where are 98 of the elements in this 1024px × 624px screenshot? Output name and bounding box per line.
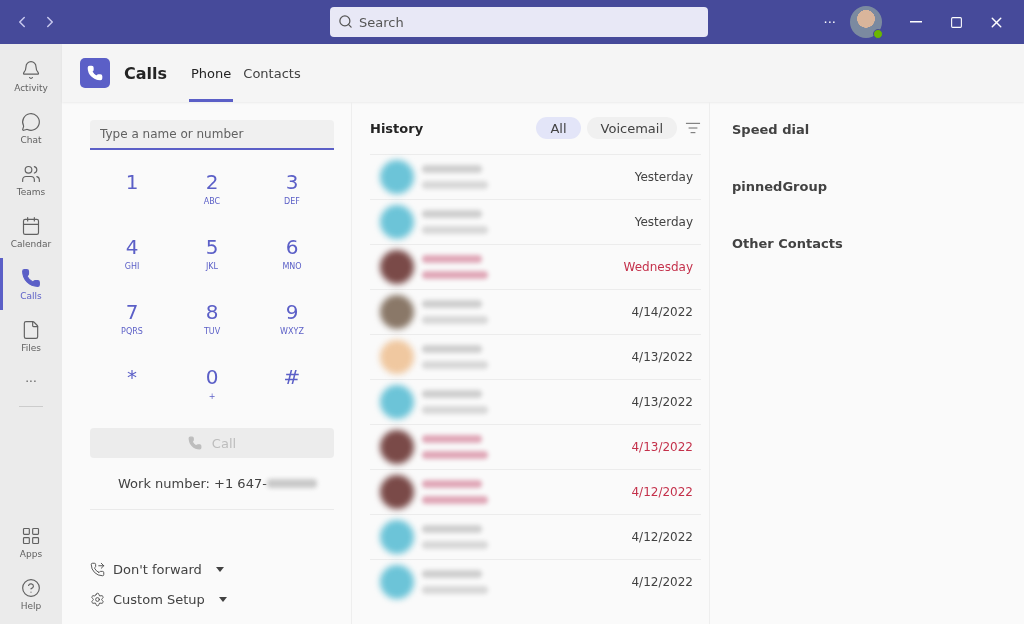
blurred-detail	[422, 361, 488, 369]
minimize-icon	[910, 21, 922, 23]
sidebar-item[interactable]: Activity	[0, 50, 62, 102]
call-history-row[interactable]: 4/12/2022	[370, 559, 701, 604]
contact-group-heading: Other Contacts	[732, 236, 844, 251]
call-time: 4/13/2022	[631, 350, 693, 364]
sidebar-item[interactable]: Teams	[0, 154, 62, 206]
call-history-row[interactable]: 4/12/2022	[370, 469, 701, 514]
blurred-name	[422, 390, 482, 398]
sidebar-item[interactable]: Calendar	[0, 206, 62, 258]
call-time: Yesterday	[634, 215, 693, 229]
blurred-name	[422, 525, 482, 533]
blurred-name	[422, 210, 482, 218]
call-history-row[interactable]: 4/14/2022	[370, 289, 701, 334]
blurred-detail	[422, 586, 488, 594]
call-option-dropdown[interactable]: Custom Setup	[90, 588, 333, 610]
blurred-name	[422, 570, 482, 578]
tab[interactable]: Contacts	[241, 44, 303, 102]
sidebar-item-icon	[21, 525, 41, 546]
dial-key[interactable]: 7 PQRS	[92, 296, 172, 361]
call-history-row[interactable]: 4/13/2022	[370, 424, 701, 469]
call-history-row[interactable]: 4/13/2022	[370, 334, 701, 379]
blurred-number	[266, 479, 317, 488]
sidebar-item-icon	[21, 267, 41, 288]
call-time: 4/13/2022	[631, 395, 693, 409]
blurred-name	[422, 345, 482, 353]
tab[interactable]: Phone	[189, 44, 234, 102]
search-icon	[338, 14, 353, 29]
call-time: 4/12/2022	[631, 530, 693, 544]
blurred-name	[422, 435, 482, 443]
call-time: 4/14/2022	[631, 305, 693, 319]
phone-icon	[187, 436, 202, 450]
blurred-name	[422, 480, 482, 488]
search-field[interactable]: Search	[330, 7, 708, 37]
call-history-row[interactable]: Yesterday	[370, 154, 701, 199]
calls-app-icon	[80, 58, 110, 88]
call-time: Yesterday	[634, 170, 693, 184]
call-history-row[interactable]: 4/13/2022	[370, 379, 701, 424]
filter-icon	[685, 120, 701, 136]
blurred-detail	[422, 181, 488, 189]
contact-group-heading: pinnedGroup	[732, 179, 828, 194]
call-time: 4/12/2022	[631, 485, 693, 499]
sidebar-item[interactable]: Chat	[0, 102, 62, 154]
call-option-dropdown[interactable]: Don't forward	[90, 558, 333, 580]
blurred-name	[422, 165, 482, 173]
dial-key[interactable]: 0 +	[172, 361, 252, 426]
page-title: Calls	[124, 63, 168, 83]
dial-key[interactable]: 1	[92, 166, 172, 231]
contact-group-heading: Speed dial	[732, 122, 811, 137]
call-history-row[interactable]: Yesterday	[370, 199, 701, 244]
dial-key[interactable]: 9 WXYZ	[252, 296, 332, 361]
blurred-detail	[422, 226, 488, 234]
filter-button[interactable]	[685, 120, 701, 136]
dial-key[interactable]: 2 ABC	[172, 166, 252, 231]
work-number: Work number: +1 647-	[118, 476, 267, 491]
dial-key[interactable]: 3 DEF	[252, 166, 332, 231]
sidebar-item-icon	[21, 577, 41, 598]
presence-dot	[873, 29, 883, 39]
history-title: History	[370, 120, 424, 136]
sidebar-item-icon	[21, 59, 41, 80]
call-time: 4/12/2022	[631, 575, 693, 589]
call-history-row[interactable]: Wednesday	[370, 244, 701, 289]
filter-pill[interactable]: All	[536, 117, 581, 139]
blurred-detail	[422, 316, 488, 324]
dial-key[interactable]: 6 MNO	[252, 231, 332, 296]
gear-icon	[90, 591, 105, 607]
avatar[interactable]	[850, 6, 882, 38]
dial-key[interactable]: 5 JKL	[172, 231, 252, 296]
sidebar-item[interactable]: Apps	[0, 516, 62, 568]
blurred-name	[422, 300, 482, 308]
blurred-detail	[422, 406, 488, 414]
blurred-detail	[422, 271, 488, 279]
blurred-detail	[422, 451, 488, 459]
sidebar-item[interactable]: Calls	[0, 258, 62, 310]
call-time: Wednesday	[623, 260, 693, 274]
sidebar-item[interactable]: Help	[0, 568, 62, 620]
blurred-name	[422, 255, 482, 263]
dial-key[interactable]: *	[92, 361, 172, 426]
call-time: 4/13/2022	[631, 440, 693, 454]
call-history-row[interactable]: 4/12/2022	[370, 514, 701, 559]
blurred-detail	[422, 496, 488, 504]
dial-key[interactable]: 4 GHI	[92, 231, 172, 296]
more-apps-button[interactable]: ···	[19, 362, 43, 402]
sidebar-item-icon	[21, 111, 41, 132]
number-input-field[interactable]: Type a name or number	[90, 120, 334, 150]
phone-arrow-icon	[90, 561, 105, 577]
sidebar-item-icon	[21, 319, 41, 340]
blurred-detail	[422, 541, 488, 549]
maximize-icon	[949, 15, 963, 29]
caret-icon	[218, 596, 227, 602]
caret-icon	[215, 566, 224, 572]
sidebar-item[interactable]: Files	[0, 310, 62, 362]
dial-key[interactable]: #	[252, 361, 332, 426]
dial-key[interactable]: 8 TUV	[172, 296, 252, 361]
more-options-button[interactable]: ···	[823, 14, 836, 30]
sidebar-item-icon	[21, 163, 41, 184]
filter-pill[interactable]: Voicemail	[586, 117, 677, 139]
sidebar-item-icon	[21, 215, 41, 236]
